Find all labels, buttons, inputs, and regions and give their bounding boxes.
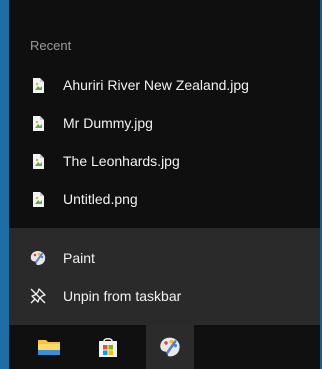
unpin-icon — [30, 288, 46, 304]
taskbar-file-explorer[interactable] — [25, 325, 73, 369]
image-file-icon — [33, 153, 44, 169]
taskbar-microsoft-store[interactable] — [84, 325, 132, 369]
recent-file-item[interactable]: The Leonhards.jpg — [9, 142, 320, 180]
jump-list: Recent Ahuriri River New Zealand.jpg Mr … — [9, 0, 320, 325]
unpin-from-taskbar-button[interactable]: Unpin from taskbar — [9, 277, 320, 315]
taskbar-paint[interactable] — [146, 325, 194, 369]
open-paint-label: Paint — [63, 250, 95, 266]
image-file-icon — [33, 115, 44, 131]
folder-icon — [38, 340, 60, 355]
store-bag-icon — [99, 338, 117, 357]
open-paint-button[interactable]: Paint — [9, 239, 320, 277]
recent-file-item[interactable]: Mr Dummy.jpg — [9, 104, 320, 142]
recent-file-label: Untitled.png — [63, 191, 138, 207]
image-file-icon — [33, 191, 44, 207]
unpin-label: Unpin from taskbar — [63, 288, 182, 304]
recent-header: Recent — [30, 38, 72, 53]
paint-palette-icon — [160, 337, 180, 357]
recent-file-label: The Leonhards.jpg — [63, 153, 180, 169]
taskbar — [9, 325, 320, 369]
image-file-icon — [33, 77, 44, 93]
recent-file-item[interactable]: Untitled.png — [9, 180, 320, 218]
recent-file-item[interactable]: Ahuriri River New Zealand.jpg — [9, 66, 320, 104]
paint-palette-icon — [30, 251, 46, 265]
recent-file-label: Ahuriri River New Zealand.jpg — [63, 77, 249, 93]
recent-file-label: Mr Dummy.jpg — [63, 115, 153, 131]
tasks-section: Paint Unpin from taskbar — [9, 228, 320, 325]
